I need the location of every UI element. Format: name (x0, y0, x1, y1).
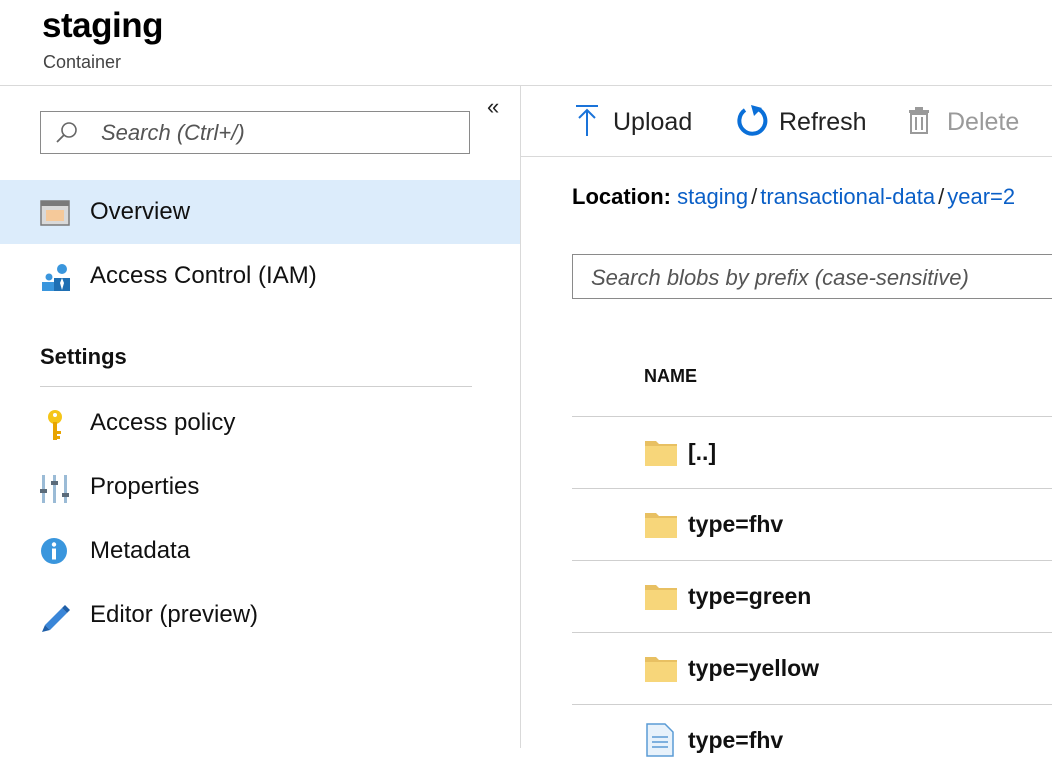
sidebar-item-properties[interactable]: Properties (0, 455, 520, 519)
row-name: type=yellow (688, 655, 820, 681)
info-icon (40, 537, 70, 567)
sidebar-item-label: Access policy (90, 409, 236, 436)
page-title: staging (42, 6, 163, 45)
pencil-icon (40, 601, 70, 632)
trash-icon (909, 107, 929, 134)
sidebar-item-label: Editor (preview) (90, 601, 259, 628)
column-header-name[interactable]: NAME (644, 366, 697, 387)
sidebar-item-label: Access Control (IAM) (90, 262, 317, 289)
upload-icon (576, 105, 598, 136)
properties-sliders-icon (40, 473, 70, 503)
breadcrumb-link-staging[interactable]: staging (677, 184, 748, 209)
sidebar-item-label: Overview (90, 198, 191, 225)
refresh-icon (737, 105, 768, 136)
blob-search-input[interactable] (589, 263, 1052, 293)
sidebar-item-label: Metadata (90, 537, 191, 564)
row-name: type=fhv (688, 727, 784, 753)
sidebar-item-label: Properties (90, 473, 200, 500)
table-row[interactable]: type=green (572, 561, 1052, 633)
sidebar-item-editor[interactable]: Editor (preview) (0, 583, 520, 647)
page-header: staging Container (0, 0, 1052, 86)
collapse-sidebar-button[interactable]: « (487, 94, 499, 120)
folder-icon (645, 657, 677, 682)
location-label: Location: (572, 184, 671, 209)
blob-search-box[interactable] (572, 254, 1052, 299)
breadcrumb-link-year[interactable]: year=2 (947, 184, 1015, 209)
breadcrumb-link-transactional-data[interactable]: transactional-data (760, 184, 935, 209)
breadcrumb-separator: / (751, 184, 758, 209)
iam-users-icon (40, 262, 70, 292)
settings-heading: Settings (40, 344, 127, 369)
search-icon (56, 122, 77, 143)
sidebar-item-overview[interactable]: Overview (0, 180, 520, 244)
sidebar-item-iam[interactable]: Access Control (IAM) (0, 244, 520, 308)
settings-divider (40, 386, 472, 387)
table-row[interactable]: type=yellow (572, 633, 1052, 705)
page-subtitle: Container (43, 52, 122, 72)
folder-icon (645, 513, 677, 538)
row-name: type=green (688, 583, 812, 609)
folder-icon (645, 585, 677, 610)
main-panel: Upload Refresh Delete Location: staging /… (521, 86, 1052, 757)
overview-icon (40, 198, 70, 228)
sidebar-item-metadata[interactable]: Metadata (0, 519, 520, 583)
sidebar-search-input[interactable] (99, 118, 463, 148)
key-icon (40, 409, 70, 440)
table-row[interactable]: type=fhv (572, 705, 1052, 777)
row-name: type=fhv (688, 511, 784, 537)
breadcrumb: Location: staging / transactional-data / yea… (572, 184, 1015, 210)
folder-icon (645, 441, 677, 466)
row-name: [..] (688, 439, 717, 465)
sidebar-item-access-policy[interactable]: Access policy (0, 391, 520, 455)
breadcrumb-separator: / (938, 184, 945, 209)
sidebar-search[interactable] (40, 111, 470, 154)
sidebar: « Overview Access Control (IAM) Settings (0, 86, 521, 748)
table-row[interactable]: type=fhv (572, 489, 1052, 561)
table-row[interactable]: [..] (572, 417, 1052, 489)
toolbar: Upload Refresh Delete (521, 86, 1052, 157)
file-icon (646, 723, 674, 757)
